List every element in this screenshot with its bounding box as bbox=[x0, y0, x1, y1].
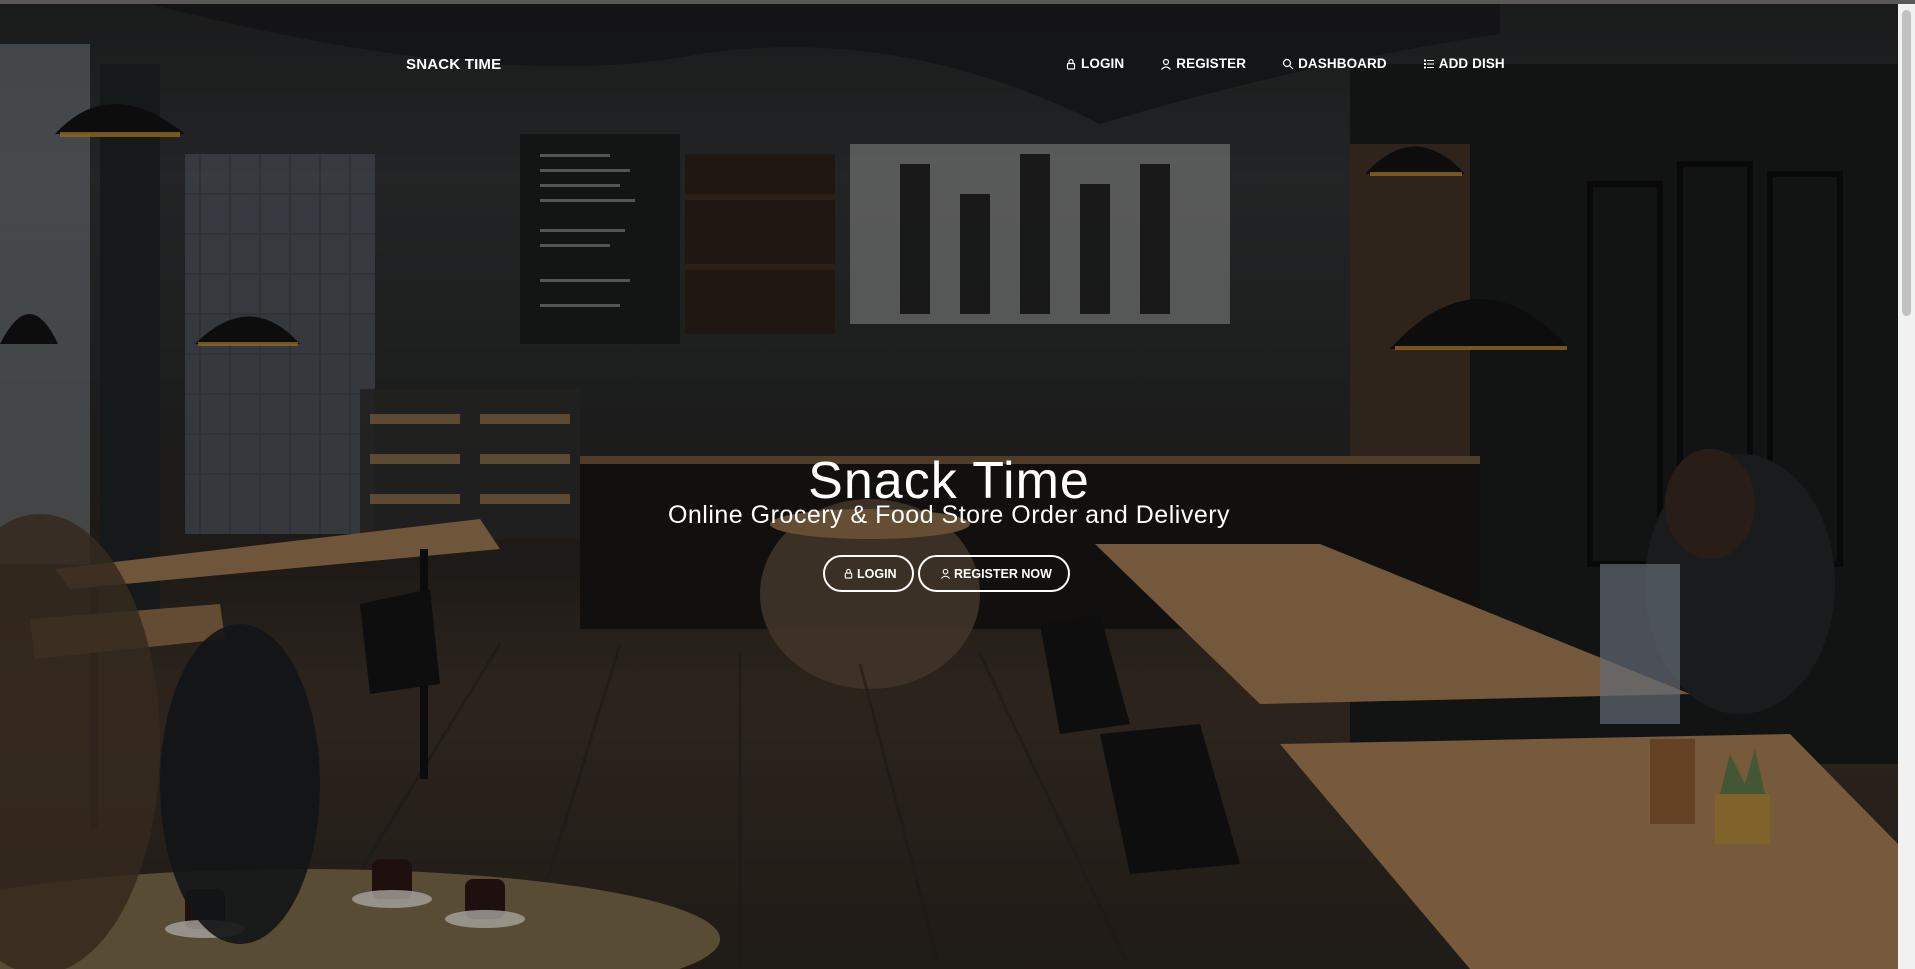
page-scrollbar[interactable] bbox=[1898, 4, 1915, 969]
nav-dashboard[interactable]: DASHBOARD bbox=[1282, 56, 1387, 71]
hero-register-label: REGISTER NOW bbox=[954, 566, 1052, 581]
lock-icon bbox=[1066, 58, 1076, 70]
hero-login-button[interactable]: LOGIN bbox=[823, 555, 914, 592]
lock-icon bbox=[844, 568, 853, 579]
scrollbar-thumb[interactable] bbox=[1902, 10, 1911, 316]
hero-section: SNACK TIME LOGIN REGISTER DASHBOARD ADD … bbox=[0, 4, 1898, 969]
nav-dashboard-label: DASHBOARD bbox=[1298, 56, 1387, 71]
nav-login[interactable]: LOGIN bbox=[1065, 56, 1124, 71]
main-nav: LOGIN REGISTER DASHBOARD ADD DISH bbox=[1065, 56, 1505, 71]
search-icon bbox=[1282, 58, 1294, 69]
hero-subtitle: Online Grocery & Food Store Order and De… bbox=[667, 501, 1231, 529]
nav-add-dish[interactable]: ADD DISH bbox=[1423, 56, 1505, 71]
list-icon bbox=[1423, 59, 1434, 68]
hero-actions: LOGIN REGISTER NOW bbox=[823, 555, 1070, 592]
user-icon bbox=[1161, 58, 1172, 70]
nav-login-label: LOGIN bbox=[1081, 56, 1125, 71]
nav-register[interactable]: REGISTER bbox=[1160, 56, 1246, 71]
hero-login-label: LOGIN bbox=[857, 566, 897, 581]
hero-register-button[interactable]: REGISTER NOW bbox=[918, 555, 1070, 592]
nav-register-label: REGISTER bbox=[1176, 56, 1247, 71]
brand-logo[interactable]: SNACK TIME bbox=[406, 56, 501, 73]
user-icon bbox=[940, 568, 951, 579]
nav-add-dish-label: ADD DISH bbox=[1438, 56, 1505, 71]
